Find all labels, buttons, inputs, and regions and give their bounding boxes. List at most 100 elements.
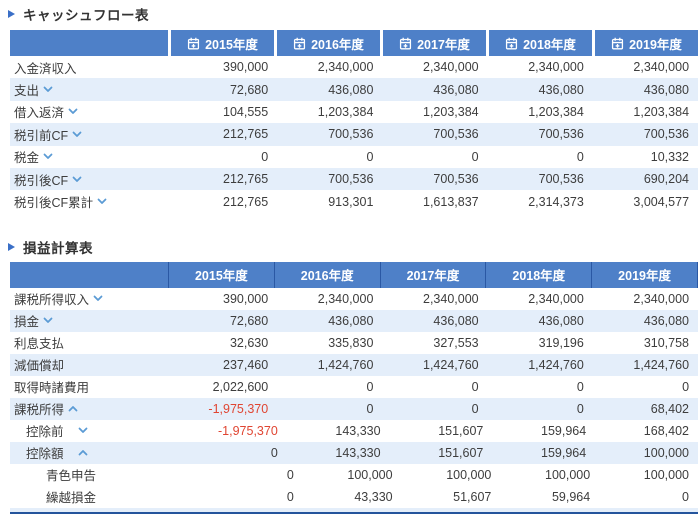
row-label-cell: 控除額 <box>10 443 184 462</box>
cell-value: 390,000 <box>172 60 277 74</box>
cell-value: 100,000 <box>402 468 501 482</box>
chevron-down-icon[interactable] <box>93 295 103 302</box>
cell-value: 700,536 <box>488 172 593 186</box>
row-label-cell: 借入返済 <box>10 102 172 121</box>
row-label-cell: 利息支払 <box>10 333 172 352</box>
cell-value: 319,196 <box>488 336 593 350</box>
cell-value: 700,536 <box>593 127 698 141</box>
row-label: 税引後CF <box>14 170 68 189</box>
cell-value: 1,613,837 <box>382 195 487 209</box>
row-label: 控除額 <box>26 443 64 462</box>
cell-value: 700,536 <box>277 172 382 186</box>
column-header-label: 2018年度 <box>523 34 576 53</box>
row-label-cell: 課税所得 <box>10 399 172 418</box>
row-label-cell: 税引後CF <box>10 170 172 189</box>
row-label: 課税所得収入 <box>14 289 89 308</box>
row-label-cell: 入金済収入 <box>10 58 172 77</box>
cell-value: 436,080 <box>277 314 382 328</box>
table-row: 繰越損金043,33051,60759,9640 <box>10 486 698 508</box>
row-label: 入金済収入 <box>14 58 77 77</box>
table-row: 税引前CF212,765700,536700,536700,536700,536 <box>10 123 698 145</box>
cell-value: 0 <box>488 150 593 164</box>
table-header-row: 2015年度 2016年度 2017年度2018年度2019年度 <box>10 262 698 288</box>
column-header-label: 2016年度 <box>301 265 354 284</box>
cell-value: 104,555 <box>172 105 277 119</box>
profit-loss-section-title: 損益計算表 <box>8 239 700 255</box>
cell-value: 0 <box>382 380 487 394</box>
column-header-label: 2015年度 <box>195 265 248 284</box>
row-label: 損金 <box>14 311 39 330</box>
cell-value: 0 <box>488 402 593 416</box>
chevron-down-icon[interactable] <box>43 153 53 160</box>
cell-value: 68,402 <box>593 402 698 416</box>
calendar-icon <box>187 37 200 50</box>
cell-value: 212,765 <box>172 127 277 141</box>
table-row: 借入返済104,5551,203,3841,203,3841,203,3841,… <box>10 101 698 123</box>
row-label: 税引前CF <box>14 125 68 144</box>
column-header: 2017年度 <box>380 262 486 288</box>
cell-value: 0 <box>599 490 698 504</box>
cell-value: 1,424,760 <box>593 358 698 372</box>
row-label: 控除前 <box>26 421 64 440</box>
row-label-cell: 損金 <box>10 311 172 330</box>
calendar-icon <box>399 37 412 50</box>
cell-value: 436,080 <box>488 314 593 328</box>
cell-value: 1,424,760 <box>277 358 382 372</box>
cashflow-section-title: キャッシュフロー表 <box>8 6 700 22</box>
table-row: 損金72,680436,080436,080436,080436,080 <box>10 310 698 332</box>
cell-value: 2,340,000 <box>277 60 382 74</box>
cell-value: 3,004,577 <box>593 195 698 209</box>
table-row: 控除前-1,975,370143,330151,607159,964168,40… <box>10 420 698 442</box>
table-row: 控除額0143,330151,607159,964100,000 <box>10 442 698 464</box>
cell-value: 43,330 <box>303 490 402 504</box>
chevron-down-icon[interactable] <box>68 108 78 115</box>
column-header-blank <box>10 262 168 288</box>
table-row: 利息支払32,630335,830327,553319,196310,758 <box>10 332 698 354</box>
cell-value: 1,203,384 <box>488 105 593 119</box>
table-row: 課税所得-1,975,37000068,402 <box>10 398 698 420</box>
column-header: 2018年度 <box>485 262 591 288</box>
cell-value: 335,830 <box>277 336 382 350</box>
cell-value: 100,000 <box>599 468 698 482</box>
column-header: 2019年度 <box>592 30 698 56</box>
cell-value: 212,765 <box>172 195 277 209</box>
row-label: 借入返済 <box>14 102 64 121</box>
cell-value: 0 <box>382 402 487 416</box>
column-header: 2017年度 <box>380 30 486 56</box>
cell-value: 59,964 <box>500 490 599 504</box>
chevron-down-icon[interactable] <box>72 131 82 138</box>
cell-value: 100,000 <box>500 468 599 482</box>
section-title-text: キャッシュフロー表 <box>23 4 149 24</box>
cell-value: 913,301 <box>277 195 382 209</box>
cell-value: 0 <box>184 446 287 460</box>
chevron-down-icon[interactable] <box>43 317 53 324</box>
table-row: 税引後CF累計212,765913,3011,613,8372,314,3733… <box>10 190 698 212</box>
row-label: 繰越損金 <box>46 487 96 506</box>
cell-value: 143,330 <box>287 446 390 460</box>
chevron-down-icon[interactable] <box>43 86 53 93</box>
cell-value: 151,607 <box>390 424 493 438</box>
section-collapse-arrow-icon[interactable] <box>8 10 15 18</box>
cell-value: 237,460 <box>172 358 277 372</box>
row-label: 税金 <box>14 147 39 166</box>
cell-value: 2,340,000 <box>382 292 487 306</box>
cell-value: 2,340,000 <box>488 292 593 306</box>
cell-value: 436,080 <box>593 83 698 97</box>
chevron-up-icon[interactable] <box>78 449 88 456</box>
row-label-cell: 繰越損金 <box>10 487 204 506</box>
cell-value: -1,975,370 <box>184 424 287 438</box>
chevron-down-icon[interactable] <box>97 198 107 205</box>
chevron-up-icon[interactable] <box>68 405 78 412</box>
cell-value: 2,340,000 <box>488 60 593 74</box>
column-header-label: 2015年度 <box>205 34 258 53</box>
column-header-label: 2019年度 <box>629 34 682 53</box>
cell-value: 436,080 <box>277 83 382 97</box>
section-collapse-arrow-icon[interactable] <box>8 243 15 251</box>
chevron-down-icon[interactable] <box>72 176 82 183</box>
column-header: 2019年度 <box>591 262 697 288</box>
calendar-icon <box>293 37 306 50</box>
cell-value: 0 <box>204 468 303 482</box>
chevron-down-icon[interactable] <box>78 427 88 434</box>
row-label-cell: 青色申告 <box>10 465 204 484</box>
column-header: 2018年度 <box>486 30 592 56</box>
